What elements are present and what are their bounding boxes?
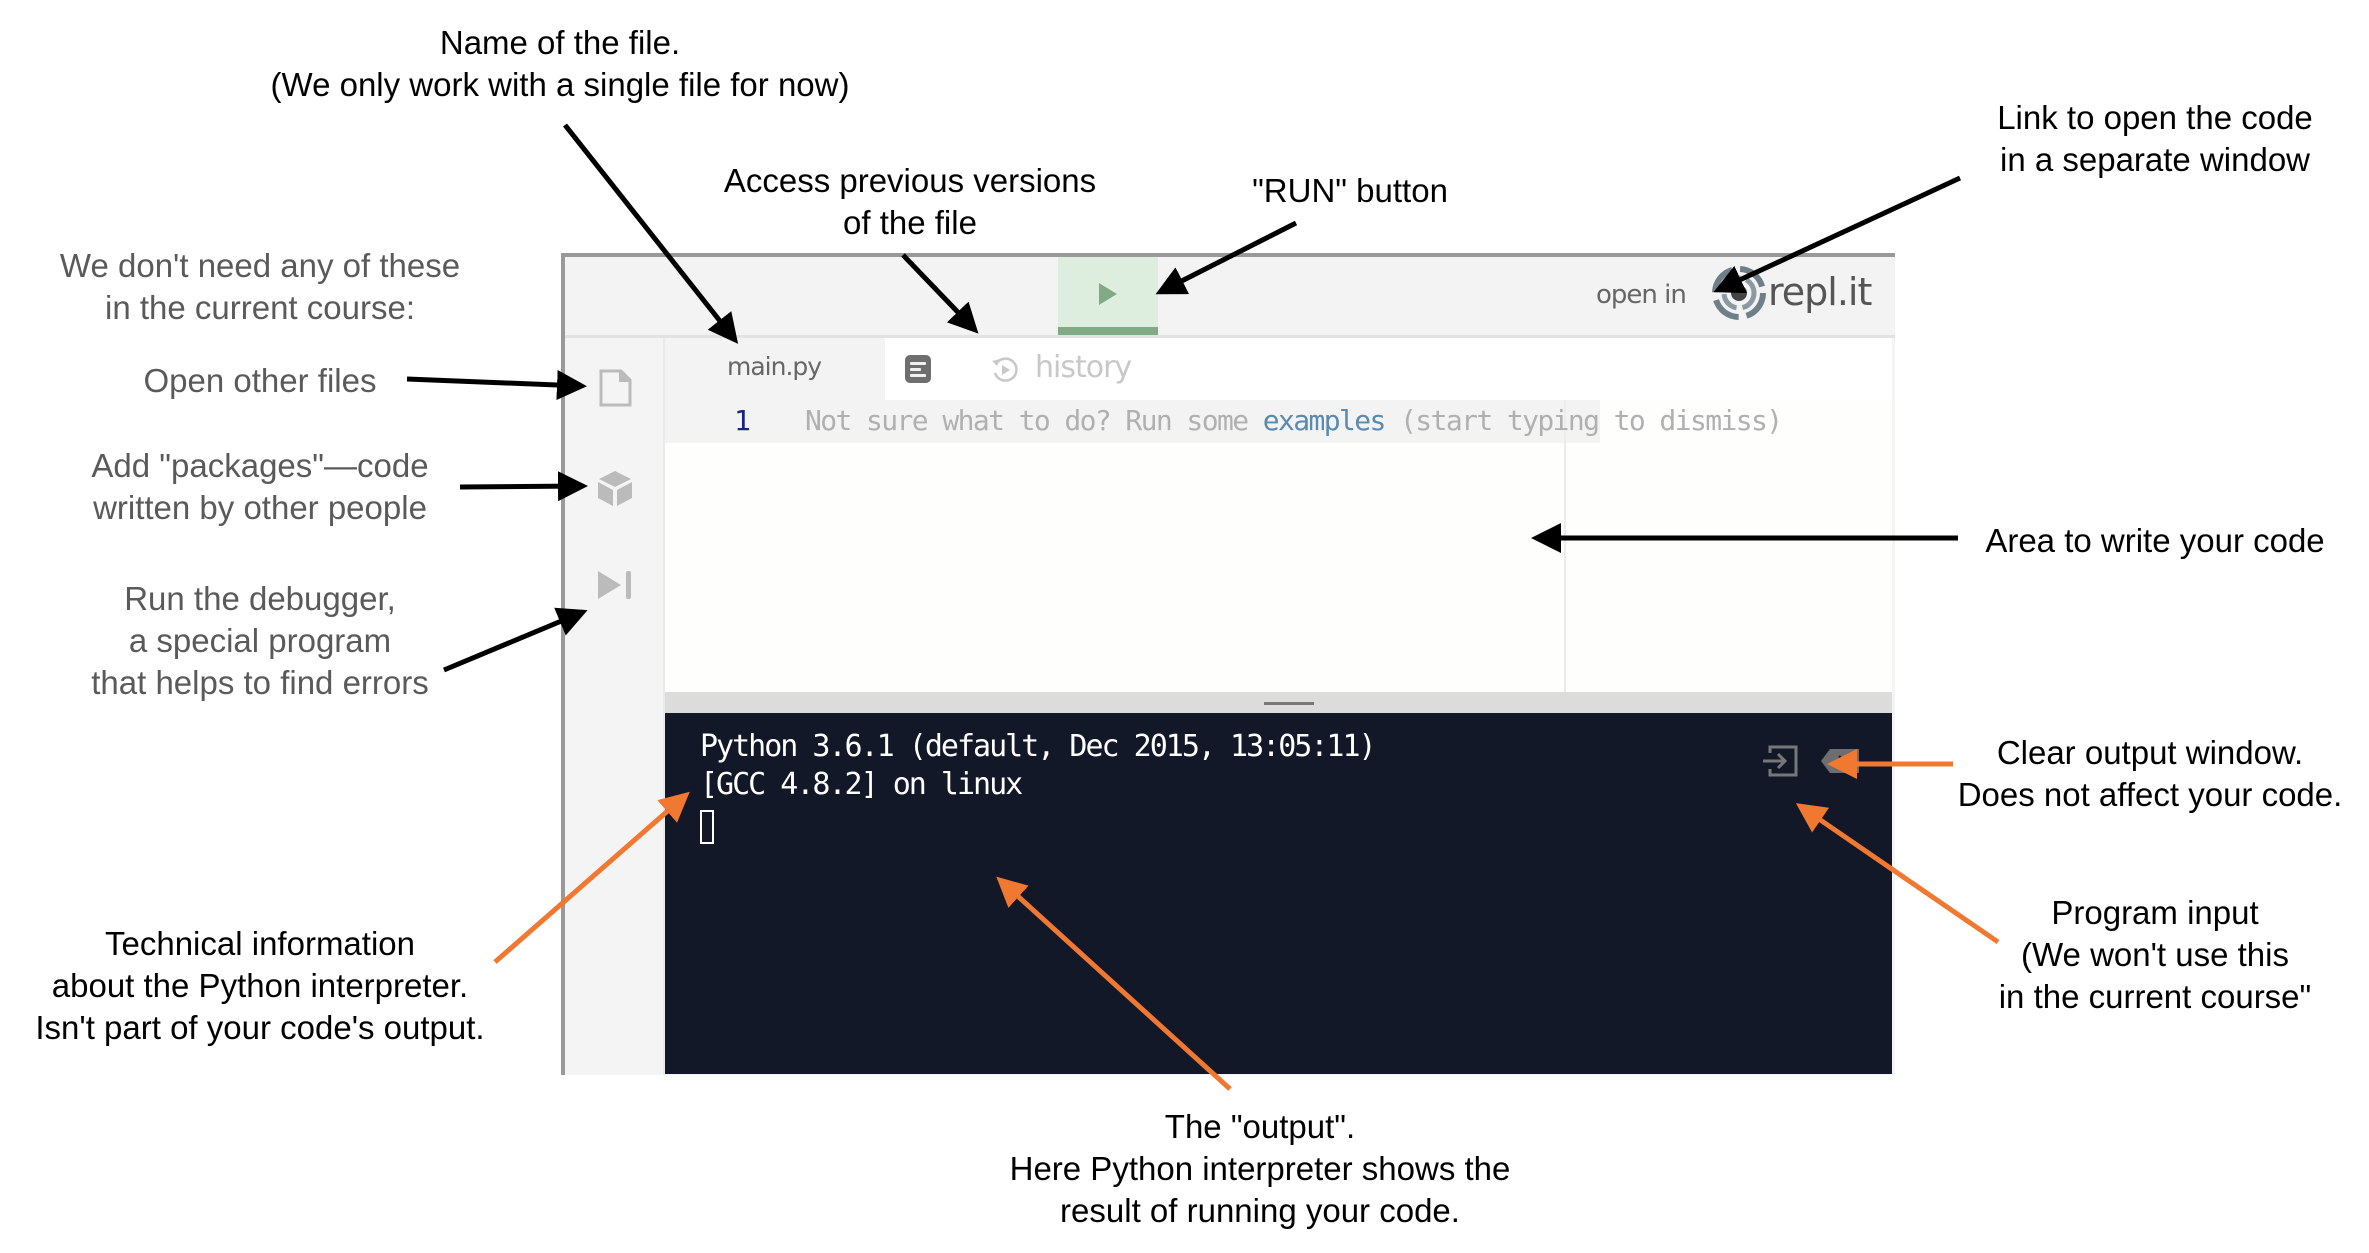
annotation-code-area: Area to write your code	[1985, 522, 2325, 559]
header-bar	[565, 257, 1895, 338]
package-cube-icon[interactable]	[595, 468, 635, 508]
annotation-history: Access previous versions of the file	[723, 162, 1097, 241]
replit-brand-link[interactable]: repl.it	[1768, 270, 1872, 314]
hint-suffix: (start typing to dismiss)	[1384, 404, 1783, 437]
annotation-tech-info: Technical information about the Python i…	[35, 925, 485, 1046]
code-editor[interactable]	[665, 400, 1892, 692]
annotation-run: "RUN" button	[1252, 172, 1448, 209]
debugger-step-icon[interactable]	[595, 566, 635, 606]
annotation-file-name: Name of the file. (We only work with a s…	[270, 24, 850, 103]
sidebar	[565, 338, 665, 1075]
resize-handle-icon[interactable]	[1264, 702, 1314, 705]
open-in-label[interactable]: open in	[1596, 280, 1687, 310]
annotation-program-input: Program input (We won't use this in the …	[1998, 894, 2312, 1015]
play-icon	[1099, 283, 1117, 305]
history-tab[interactable]: history	[1035, 350, 1132, 385]
console-cursor[interactable]	[700, 810, 714, 844]
run-button[interactable]	[1058, 257, 1158, 335]
console-line-python-version: Python 3.6.1 (default, Dec 2015, 13:05:1…	[700, 729, 1377, 764]
annotation-not-needed: We don't need any of these in the curren…	[59, 247, 461, 326]
arrow-open-files	[406, 370, 587, 400]
line-number: 1	[734, 404, 751, 437]
annotation-packages: Add "packages"—code written by other peo…	[91, 447, 429, 526]
examples-link[interactable]: examples	[1263, 404, 1387, 437]
annotation-output: The "output". Here Python interpreter sh…	[1009, 1108, 1511, 1229]
file-icon[interactable]	[595, 368, 635, 408]
console-banner: Python 3.6.1 (default, Dec 2015, 13:05:1…	[700, 728, 1377, 804]
replit-logo-icon[interactable]	[1712, 266, 1766, 320]
editor-placeholder-hint: Not sure what to do? Run some examples (…	[805, 404, 1783, 437]
program-input-icon[interactable]	[1760, 744, 1800, 778]
annotation-open-files: Open other files	[143, 362, 377, 399]
history-icon[interactable]	[990, 355, 1020, 385]
annotation-open-link: Link to open the code in a separate wind…	[1997, 99, 2313, 178]
print-margin-guide	[1564, 400, 1566, 692]
document-outline-icon[interactable]	[905, 355, 931, 383]
file-name-label[interactable]: main.py	[727, 352, 822, 381]
console-line-gcc: [GCC 4.8.2] on linux	[700, 767, 1023, 802]
clear-console-icon[interactable]	[1820, 748, 1860, 774]
hint-prefix: Not sure what to do? Run some	[805, 404, 1263, 437]
annotation-debugger: Run the debugger, a special program that…	[91, 580, 429, 701]
annotation-clear-output: Clear output window. Does not affect you…	[1957, 734, 2343, 813]
